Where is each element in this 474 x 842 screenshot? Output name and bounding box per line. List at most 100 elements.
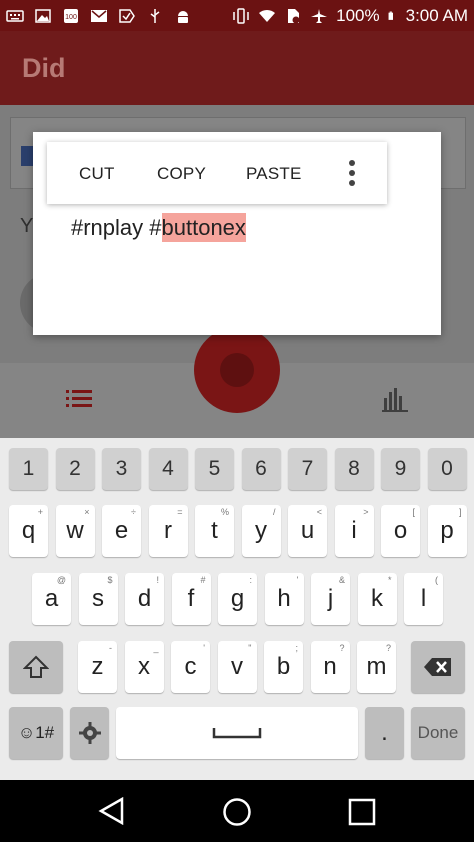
key-v[interactable]: v " xyxy=(217,641,257,693)
key-u[interactable]: u < xyxy=(288,505,327,557)
record-button[interactable] xyxy=(194,327,280,413)
key-y-secondary-label: / xyxy=(272,507,276,517)
key-2[interactable]: 2 xyxy=(55,448,95,490)
key-s[interactable]: s $ xyxy=(78,573,118,625)
key-w[interactable]: w × xyxy=(55,505,95,557)
key-y[interactable]: y / xyxy=(241,505,281,557)
bar-chart-icon[interactable] xyxy=(382,386,408,412)
battery-icon xyxy=(388,11,393,20)
key-k-label: k xyxy=(371,585,383,612)
key-b[interactable]: b; xyxy=(264,641,303,693)
key-n-secondary-label: ? xyxy=(339,643,345,653)
key-4[interactable]: 4 xyxy=(148,448,188,490)
key-5[interactable]: 5 xyxy=(195,448,234,490)
key-g-secondary-label: : xyxy=(249,575,252,585)
back-icon[interactable] xyxy=(98,797,126,825)
key-d-secondary-label: ! xyxy=(156,575,159,585)
key-k[interactable]: k * xyxy=(357,573,397,625)
soft-keyboard: 1 2 3 4 5 6 7 8 9 0 q + w × e ÷ r = t% y / u < i > o[p] a @ s $ d! f # g:… xyxy=(0,438,474,780)
list-icon[interactable] xyxy=(66,388,92,410)
selected-text: buttonex xyxy=(161,213,246,242)
key-h[interactable]: h ' xyxy=(264,573,304,625)
key-q-secondary-label: + xyxy=(37,507,43,517)
more-vert-icon[interactable] xyxy=(347,158,357,188)
key-x-label: x xyxy=(138,653,150,680)
key-h-secondary-label: ' xyxy=(296,575,299,585)
key-o[interactable]: o[ xyxy=(381,505,420,557)
cut-button[interactable]: CUT xyxy=(79,164,115,184)
key-m[interactable]: m? xyxy=(357,641,396,693)
key-6[interactable]: 6 xyxy=(241,448,281,490)
key-e[interactable]: e ÷ xyxy=(102,505,141,557)
key-a-label: a xyxy=(44,585,59,612)
body-heading: Y xyxy=(20,215,34,237)
key-l-secondary-label: ( xyxy=(435,575,438,585)
key-3[interactable]: 3 xyxy=(102,448,141,490)
text-selection-menu: CUT COPY PASTE xyxy=(47,142,387,204)
done-button-label: Done xyxy=(417,723,459,742)
clock: 3:00 AM xyxy=(405,5,468,25)
key-d[interactable]: d! xyxy=(125,573,164,625)
key-8-label: 8 xyxy=(348,457,360,480)
done-button[interactable]: Done xyxy=(411,707,465,759)
key-l[interactable]: l( xyxy=(404,573,443,625)
key-1[interactable]: 1 xyxy=(9,448,48,490)
key-f-label: f xyxy=(187,585,195,612)
key-8[interactable]: 8 xyxy=(334,448,374,490)
key-r-secondary-label: = xyxy=(177,507,183,517)
key-e-label: e xyxy=(114,517,129,544)
key-c[interactable]: c ' xyxy=(171,641,210,693)
keyboard-icon xyxy=(6,9,24,22)
key-v-secondary-label: " xyxy=(248,643,252,653)
key-j[interactable]: j & xyxy=(311,573,350,625)
key-z[interactable]: z- xyxy=(78,641,117,693)
key-m-secondary-label: ? xyxy=(385,643,391,653)
settings-key[interactable] xyxy=(70,707,109,759)
emoji-symbols-key[interactable]: ☺1# xyxy=(9,707,63,759)
key-b-secondary-label: ; xyxy=(295,643,298,653)
key-q[interactable]: q + xyxy=(9,505,48,557)
text-input[interactable]: #rnplay #buttonex xyxy=(71,213,246,242)
key-i[interactable]: i > xyxy=(334,505,374,557)
key-1-label: 1 xyxy=(22,457,35,480)
shift-key[interactable] xyxy=(9,641,63,693)
recents-icon[interactable] xyxy=(348,798,376,826)
key-0-label: 0 xyxy=(441,457,453,480)
space-bar[interactable] xyxy=(116,707,358,759)
period-key-label: . xyxy=(381,719,388,746)
key-g[interactable]: g: xyxy=(218,573,257,625)
no-sim-icon xyxy=(288,8,300,23)
key-4-label: 4 xyxy=(162,457,174,480)
key-p[interactable]: p] xyxy=(427,505,467,557)
key-t[interactable]: t% xyxy=(195,505,234,557)
usb-icon xyxy=(150,8,160,23)
key-f-secondary-label: # xyxy=(200,575,206,585)
key-n[interactable]: n? xyxy=(310,641,350,693)
mail-icon xyxy=(91,9,107,22)
key-c-label: c xyxy=(184,653,197,680)
key-a[interactable]: a @ xyxy=(32,573,71,625)
key-c-secondary-label: ' xyxy=(203,643,205,653)
key-a-secondary-label: @ xyxy=(56,575,66,585)
backspace-key[interactable] xyxy=(411,641,465,693)
key-0[interactable]: 0 xyxy=(427,448,467,490)
paste-button[interactable]: PASTE xyxy=(246,164,301,184)
key-w-secondary-label: × xyxy=(84,507,90,517)
system-nav-bar xyxy=(0,780,474,842)
key-f[interactable]: f # xyxy=(171,573,211,625)
key-9-label: 9 xyxy=(394,457,407,480)
key-t-label: t xyxy=(211,517,218,544)
home-icon[interactable] xyxy=(222,797,252,827)
key-x[interactable]: x _ xyxy=(124,641,164,693)
key-3-label: 3 xyxy=(115,457,128,480)
copy-button[interactable]: COPY xyxy=(157,164,206,184)
key-o-label: o xyxy=(393,517,408,544)
period-key[interactable]: . xyxy=(365,707,404,759)
key-u-secondary-label: < xyxy=(316,507,322,517)
key-r[interactable]: r = xyxy=(148,505,188,557)
key-x-secondary-label: _ xyxy=(153,643,159,653)
key-7[interactable]: 7 xyxy=(288,448,327,490)
key-7-label: 7 xyxy=(301,457,314,480)
key-9[interactable]: 9 xyxy=(381,448,420,490)
key-h-label: h xyxy=(277,585,291,612)
